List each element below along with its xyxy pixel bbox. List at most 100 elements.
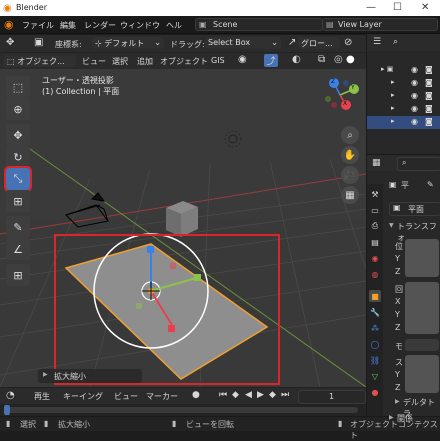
scene-tab-icon[interactable]: ◉	[369, 252, 381, 264]
timeline-playback[interactable]: 再生	[34, 391, 50, 402]
physics-tab-icon[interactable]: ◯	[369, 338, 381, 350]
navigation-gizmo[interactable]: Z Y X	[322, 75, 360, 113]
object-tab-icon[interactable]: ■	[369, 290, 381, 302]
rotate-icon[interactable]: ↻	[6, 146, 30, 168]
timeline-scrubber[interactable]	[0, 404, 366, 416]
mode-dropdown[interactable]: ⬚ オブジェク...	[4, 55, 76, 67]
pan-hand-icon[interactable]: ✋	[341, 146, 359, 164]
scrub-track[interactable]	[8, 407, 358, 413]
current-frame-field[interactable]: 1	[298, 390, 366, 404]
menu-edit[interactable]: 編集	[60, 20, 76, 31]
orientation-dropdown[interactable]: ⊹ デフォルト ⌄	[92, 37, 164, 49]
visibility-eye-icon[interactable]: ◉	[411, 91, 418, 100]
menu-help[interactable]: ヘル	[166, 20, 182, 31]
overlay-icon[interactable]: ◐	[292, 54, 301, 65]
link-icon[interactable]: ⊘	[344, 37, 352, 48]
outliner-row[interactable]: ▸ ◉ ◙	[367, 90, 440, 103]
properties-editor-icon[interactable]: ▦	[372, 158, 381, 168]
scale-icon[interactable]: ⤡	[4, 166, 32, 192]
rotation-fields[interactable]	[405, 282, 439, 334]
pivot-icon[interactable]: ↗	[288, 37, 296, 48]
timeline-view[interactable]: ビュー	[114, 391, 138, 402]
render-camera-icon[interactable]: ◙	[425, 78, 433, 87]
outliner-row-selected[interactable]: ▸ ◉ ◙	[367, 116, 440, 129]
view-layer-tab-icon[interactable]: ▤	[369, 236, 381, 248]
scene-selector[interactable]: ▣ Scene	[195, 18, 323, 31]
wireframe-shading-icon[interactable]: ◎	[334, 54, 343, 65]
relations-section[interactable]: 関係	[397, 413, 413, 424]
grid-icon[interactable]: ▦	[341, 186, 359, 204]
output-tab-icon[interactable]: ⎙	[369, 220, 381, 232]
visibility-eye-icon[interactable]: ◉	[411, 65, 418, 74]
rotation-mode-dropdown[interactable]	[405, 339, 439, 351]
move-tool-icon[interactable]: ✥	[6, 37, 14, 48]
add-menu[interactable]: 追加	[137, 56, 153, 67]
render-tab-icon[interactable]: ▭	[369, 204, 381, 216]
data-tab-icon[interactable]: ▽	[369, 370, 381, 382]
visibility-eye-icon[interactable]: ◉	[411, 78, 418, 87]
camera-view-icon[interactable]: 🎥	[341, 166, 359, 184]
menu-render[interactable]: レンダー	[84, 20, 116, 31]
zoom-icon[interactable]: ⌕	[341, 126, 359, 144]
menu-window[interactable]: ウィンドウ	[120, 20, 160, 31]
prev-keyframe-icon[interactable]: ◆	[232, 390, 239, 400]
location-fields[interactable]	[405, 239, 439, 277]
blender-menu-icon[interactable]: ◉	[4, 18, 14, 31]
visibility-icon[interactable]: ◉	[238, 54, 247, 65]
view-layer-selector[interactable]: ▤ View Layer	[322, 18, 438, 31]
maximize-button[interactable]: ☐	[393, 2, 402, 13]
timeline-keying[interactable]: キーイング	[63, 391, 103, 402]
select-cursor-icon[interactable]: ⬚	[6, 76, 30, 98]
3d-viewport[interactable]: ユーザー・透視投影 (1) Collection | 平面 Z Y X ⌕ ✋ …	[0, 69, 366, 387]
move-icon[interactable]: ✥	[6, 124, 30, 146]
drag-dropdown[interactable]: Select Box ⌄	[205, 37, 281, 49]
transform-orientation-dropdown[interactable]: グロー...	[298, 37, 340, 49]
annotate-icon[interactable]: ✎	[6, 216, 30, 238]
render-camera-icon[interactable]: ◙	[425, 65, 433, 74]
properties-search[interactable]: ⌕	[397, 157, 440, 171]
playhead[interactable]	[4, 405, 10, 415]
view-menu[interactable]: ビュー	[82, 56, 106, 67]
outliner-row[interactable]: ▸ ▣ ◉ ◙	[367, 64, 440, 77]
render-camera-icon[interactable]: ◙	[425, 117, 433, 126]
modifier-tab-icon[interactable]: 🔧	[369, 306, 381, 318]
cursor-3d-icon[interactable]: ⊕	[6, 98, 30, 120]
close-button[interactable]: ✕	[421, 2, 429, 13]
scale-tool-icon[interactable]: ▣	[34, 37, 43, 48]
pin-icon[interactable]: ✎	[427, 180, 434, 189]
play-reverse-icon[interactable]: ◀	[245, 390, 252, 400]
object-name-field[interactable]: ▣ 平面	[389, 202, 440, 216]
visibility-eye-icon[interactable]: ◉	[411, 117, 418, 126]
material-tab-icon[interactable]: ●	[369, 386, 381, 398]
constraints-tab-icon[interactable]: ⛓	[369, 354, 381, 366]
transform-icon[interactable]: ⊞	[6, 190, 30, 212]
particles-tab-icon[interactable]: ⁂	[369, 322, 381, 334]
xray-icon[interactable]: ⧉	[318, 54, 325, 65]
menu-file[interactable]: ファイル	[22, 20, 54, 31]
record-icon[interactable]: ●	[192, 390, 200, 400]
object-menu[interactable]: オブジェクト	[160, 56, 208, 67]
measure-icon[interactable]: ∠	[6, 238, 30, 260]
clock-icon[interactable]: ◔	[6, 390, 15, 401]
outliner-editor-icon[interactable]: ☰	[373, 37, 381, 47]
outliner-row[interactable]: ▸ ◉ ◙	[367, 103, 440, 116]
world-tab-icon[interactable]: ◍	[369, 268, 381, 280]
select-menu[interactable]: 選択	[112, 56, 128, 67]
tool-tab-icon[interactable]: ⚒	[369, 188, 381, 200]
jump-start-icon[interactable]: ⏮	[219, 390, 227, 400]
play-icon[interactable]: ▶	[257, 390, 264, 400]
timeline-marker[interactable]: マーカー	[146, 391, 178, 402]
outliner-row[interactable]: ▸ ◉ ◙	[367, 77, 440, 90]
outliner-filter-icon[interactable]: ⌕	[393, 37, 398, 47]
next-keyframe-icon[interactable]: ◆	[269, 390, 276, 400]
render-camera-icon[interactable]: ◙	[425, 91, 433, 100]
minimize-button[interactable]: —	[366, 2, 376, 13]
add-cube-icon[interactable]: ⊞	[6, 264, 30, 286]
scale-fields[interactable]	[405, 355, 439, 393]
jump-end-icon[interactable]: ⏭	[281, 390, 289, 400]
last-operator-panel[interactable]: ▶ 拡大縮小	[38, 369, 142, 383]
render-camera-icon[interactable]: ◙	[425, 104, 433, 113]
solid-shading-icon[interactable]: ●	[346, 54, 355, 65]
gis-menu[interactable]: GIS	[211, 56, 225, 65]
gizmo-toggle-icon[interactable]: ⤴	[264, 54, 278, 67]
